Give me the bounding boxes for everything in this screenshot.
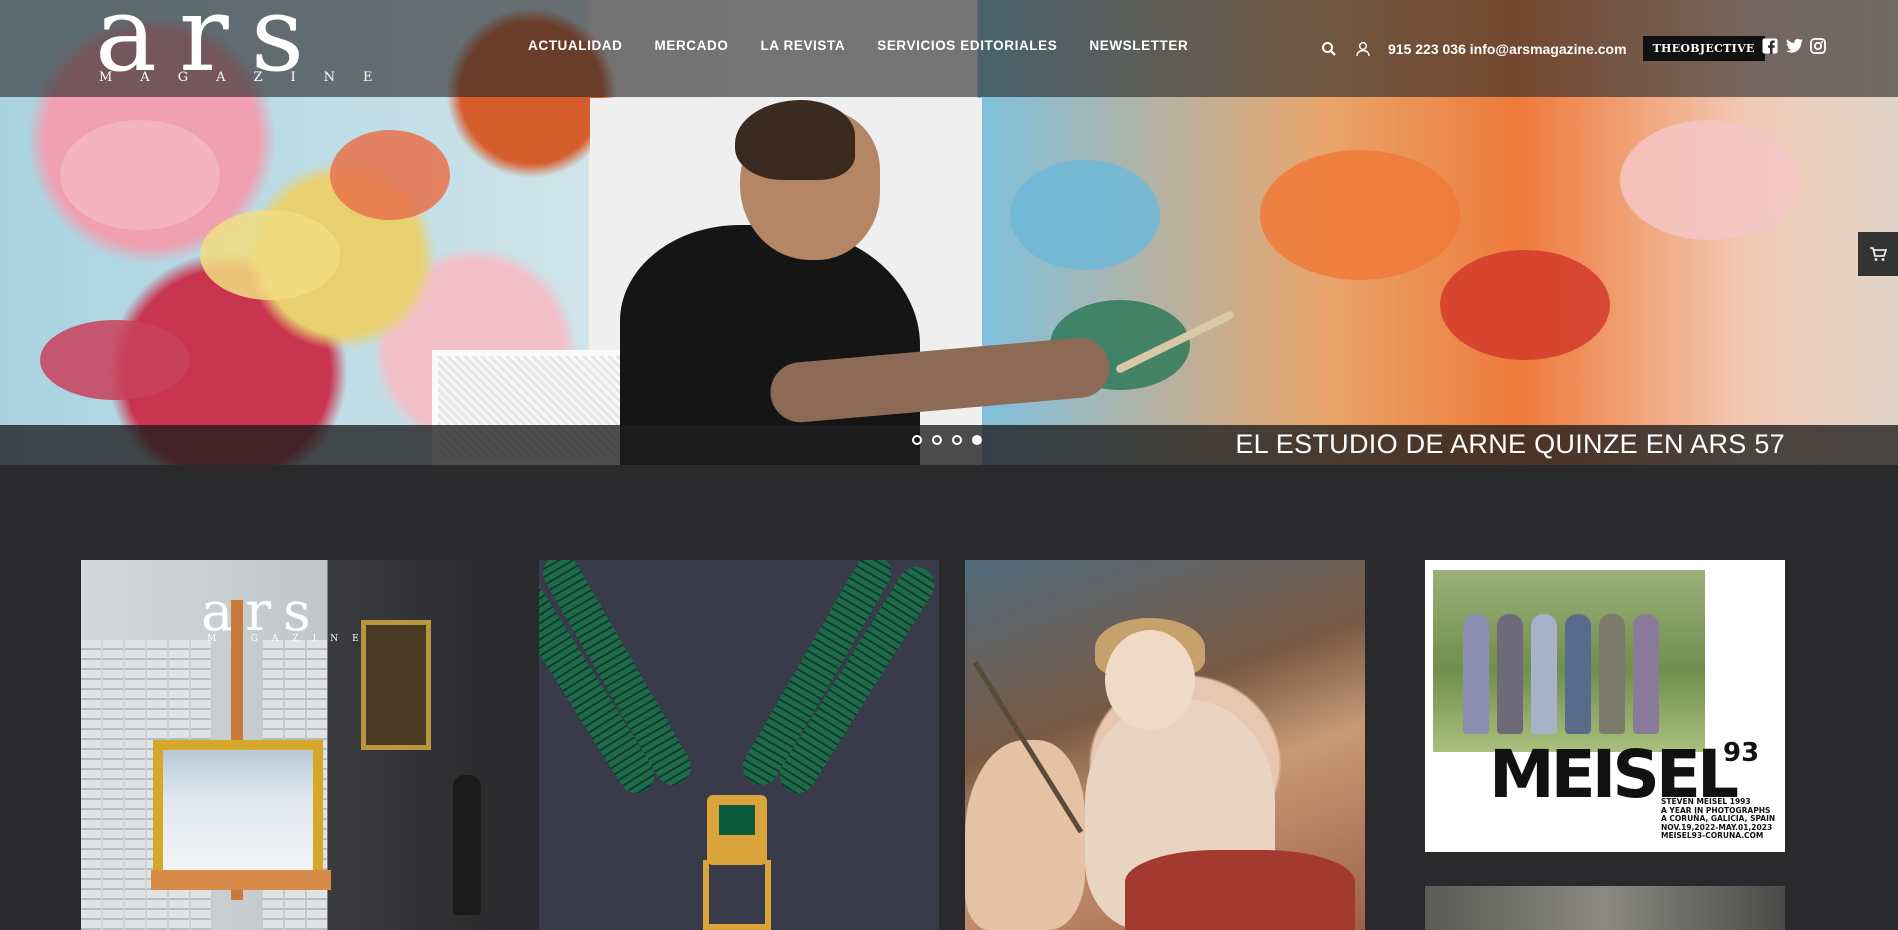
facebook-icon[interactable] xyxy=(1762,38,1778,54)
user-icon[interactable] xyxy=(1354,40,1372,58)
sculpture-card[interactable] xyxy=(1425,886,1785,930)
paint-blob xyxy=(330,130,450,220)
emerald-necklace-card[interactable] xyxy=(539,560,939,930)
emerald-gem xyxy=(719,805,755,835)
social-links xyxy=(1762,38,1826,54)
archive-shelf xyxy=(125,640,145,930)
model-figure xyxy=(1463,614,1489,734)
instagram-icon[interactable] xyxy=(1810,38,1826,54)
paint-blob xyxy=(40,320,190,400)
nav-servicios-editoriales[interactable]: SERVICIOS EDITORIALES xyxy=(877,38,1057,53)
cart-tab[interactable] xyxy=(1858,232,1898,276)
meisel-photo xyxy=(1433,570,1705,752)
slider-caption-bar: EL ESTUDIO DE ARNE QUINZE EN ARS 57 xyxy=(0,425,1898,465)
main-nav: ACTUALIDAD MERCADO LA REVISTA SERVICIOS … xyxy=(528,38,1188,53)
meisel-title-number: 93 xyxy=(1723,738,1760,768)
magazine-cover-card[interactable]: ars MAGAZINE xyxy=(81,560,492,930)
slider-dots xyxy=(912,435,982,445)
cherub-figure xyxy=(965,740,1085,930)
meta-line: MEISEL93-CORUNA.COM xyxy=(1661,831,1764,840)
easel-base xyxy=(151,870,331,890)
contact-info: 915 223 036 info@arsmagazine.com xyxy=(1388,41,1627,57)
nav-actualidad[interactable]: ACTUALIDAD xyxy=(528,38,623,53)
slide-caption[interactable]: EL ESTUDIO DE ARNE QUINZE EN ARS 57 xyxy=(1235,429,1785,460)
slider-dot-3[interactable] xyxy=(952,435,962,445)
paint-blob xyxy=(1010,160,1160,270)
site-header: ars MAGAZINE ACTUALIDAD MERCADO LA REVIS… xyxy=(0,0,1898,97)
renaissance-painting-card[interactable] xyxy=(965,560,1365,930)
slider-dot-2[interactable] xyxy=(932,435,942,445)
header-tools: 915 223 036 info@arsmagazine.com THEOBJE… xyxy=(1320,36,1765,61)
slider-dot-4[interactable] xyxy=(972,435,982,445)
museum-staff-figure xyxy=(453,775,481,915)
hanging-painting xyxy=(361,620,431,750)
twitter-icon[interactable] xyxy=(1786,38,1803,54)
model-figure xyxy=(1633,614,1659,734)
theobjective-logo[interactable]: THEOBJECTIVE xyxy=(1642,36,1765,61)
ars-magazine-logo[interactable]: ars MAGAZINE xyxy=(95,0,395,96)
paint-blob xyxy=(200,210,340,300)
nav-la-revista[interactable]: LA REVISTA xyxy=(760,38,845,53)
phone-number[interactable]: 915 223 036 xyxy=(1388,41,1466,57)
cart-icon xyxy=(1870,247,1887,261)
meisel93-ad[interactable]: MEISEL 93 STEVEN MEISEL 1993 A YEAR IN P… xyxy=(1425,560,1785,852)
nav-mercado[interactable]: MERCADO xyxy=(655,38,729,53)
logo-word: ars xyxy=(95,0,327,95)
paint-blob xyxy=(1620,120,1800,240)
model-figure xyxy=(1497,614,1523,734)
nav-newsletter[interactable]: NEWSLETTER xyxy=(1089,38,1188,53)
meisel-meta: STEVEN MEISEL 1993 A YEAR IN PHOTOGRAPHS… xyxy=(1661,797,1775,841)
model-figure xyxy=(1531,614,1557,734)
model-figure xyxy=(1599,614,1625,734)
email-link[interactable]: info@arsmagazine.com xyxy=(1470,41,1627,57)
pendant-drop xyxy=(703,860,771,930)
model-figure xyxy=(1565,614,1591,734)
paint-blob xyxy=(1440,250,1610,360)
logo-sub: MAGAZINE xyxy=(99,70,401,85)
paint-blob xyxy=(1260,150,1460,280)
archive-shelf xyxy=(103,640,123,930)
venus-head xyxy=(1105,630,1195,730)
paint-blob xyxy=(60,120,220,230)
archive-shelf xyxy=(81,640,101,930)
winter-landscape-painting xyxy=(153,740,323,880)
search-icon[interactable] xyxy=(1320,40,1338,58)
red-drape xyxy=(1125,850,1355,930)
slider-dot-1[interactable] xyxy=(912,435,922,445)
